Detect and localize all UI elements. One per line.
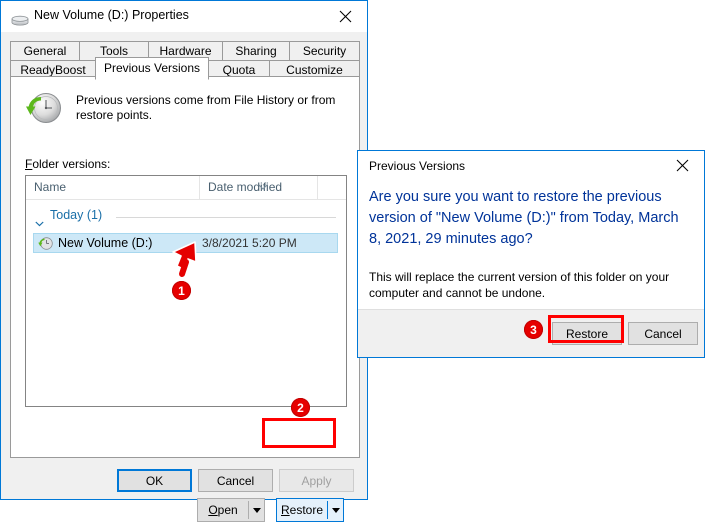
open-rest: pen xyxy=(217,503,238,517)
listview-group-header-today[interactable]: Today (1) xyxy=(26,206,346,228)
row-name-new-volume: New Volume (D:) xyxy=(58,236,153,250)
sort-ascending-chevron-icon xyxy=(258,177,268,190)
open-split-button[interactable]: Open xyxy=(197,498,265,522)
intro-text: Previous versions come from File History… xyxy=(76,93,336,122)
restore-clock-icon xyxy=(25,89,63,127)
chevron-down-icon xyxy=(35,214,44,227)
row-date-modified: 3/8/2021 5:20 PM xyxy=(202,236,297,250)
confirm-body-text: This will replace the current version of… xyxy=(369,270,670,300)
confirm-dialog-title: Previous Versions xyxy=(369,159,466,173)
open-accel: O xyxy=(208,503,218,517)
restore-clock-small-icon xyxy=(38,236,53,251)
restore-accel: R xyxy=(280,503,290,517)
tab-security[interactable]: Security xyxy=(289,41,360,61)
close-icon[interactable] xyxy=(323,1,367,31)
listview-header: Name Date modified xyxy=(26,176,346,200)
table-row[interactable]: New Volume (D:) 3/8/2021 5:20 PM xyxy=(33,233,338,253)
ok-button[interactable]: OK xyxy=(117,469,192,492)
dialog-restore-button[interactable]: Restore xyxy=(552,322,622,345)
properties-window-title: New Volume (D:) Properties xyxy=(34,8,189,22)
open-button-label[interactable]: Open xyxy=(198,499,248,521)
dialog-cancel-button[interactable]: Cancel xyxy=(628,322,698,345)
open-dropdown-chevron-icon[interactable] xyxy=(249,499,264,521)
apply-button: Apply xyxy=(279,469,354,492)
hard-drive-icon xyxy=(11,13,29,26)
restore-rest: estore xyxy=(289,503,324,517)
annotation-badge-1: 1 xyxy=(172,281,191,300)
tab-previous-versions[interactable]: Previous Versions xyxy=(95,57,209,80)
tab-general[interactable]: General xyxy=(10,41,80,61)
restore-dropdown-chevron-icon[interactable] xyxy=(328,499,343,521)
folder-versions-rest: older versions: xyxy=(32,157,111,171)
confirm-dialog-titlebar: Previous Versions xyxy=(358,151,704,181)
restore-button-label[interactable]: Restore xyxy=(277,499,327,521)
folder-versions-label: Folder versions: xyxy=(25,157,110,171)
confirm-main-instruction: Are you sure you want to restore the pre… xyxy=(369,189,679,247)
cancel-button[interactable]: Cancel xyxy=(198,469,273,492)
group-label-today: Today (1) xyxy=(50,208,103,222)
column-header-blank[interactable] xyxy=(318,176,346,199)
annotation-badge-3: 3 xyxy=(524,320,543,339)
close-icon[interactable] xyxy=(660,151,704,180)
properties-titlebar: New Volume (D:) Properties xyxy=(1,1,367,32)
properties-window: New Volume (D:) Properties General Tools… xyxy=(0,0,368,522)
tab-sharing[interactable]: Sharing xyxy=(222,41,290,61)
group-divider xyxy=(116,217,336,218)
restore-split-button[interactable]: Restore xyxy=(276,498,344,522)
column-header-name[interactable]: Name xyxy=(26,176,200,199)
annotation-badge-2: 2 xyxy=(291,398,310,417)
